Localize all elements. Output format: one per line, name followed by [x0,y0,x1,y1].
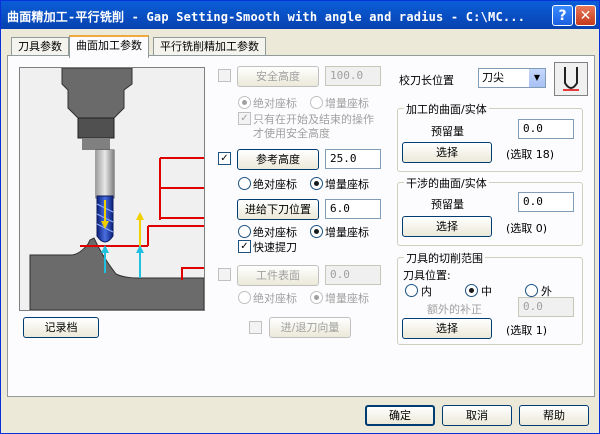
ball-tool-icon [563,67,579,91]
clearance-absolute-radio[interactable] [238,96,251,109]
title-bar[interactable]: 曲面精加工-平行铣削 - Gap Setting-Smooth with ang… [1,1,599,29]
tool-position-label: 刀具位置: [403,269,451,282]
retract-absolute-label: 绝对座标 [253,178,297,191]
top-stock-checkbox[interactable] [218,268,231,281]
check-surfaces-title: 干涉的曲面/实体 [404,175,489,191]
approach-vectors-button[interactable]: 进/退刀向量 [269,317,351,338]
fast-retract-label: 快速提刀 [253,241,297,254]
feed-plane-absolute-label: 绝对座标 [253,226,297,239]
tool-inside-radio[interactable] [405,284,418,297]
drive-select-button[interactable]: 选择 [402,142,492,163]
top-stock-incremental-radio[interactable] [310,291,323,304]
help-button[interactable]: 帮助 [519,405,589,426]
check-count-text: (选取 0) [506,222,548,235]
top-stock-absolute-label: 绝对座标 [253,292,297,305]
top-stock-absolute-radio[interactable] [238,291,251,304]
extra-offset-label: 额外的补正 [427,303,482,316]
check-stock-label: 预留量 [431,198,464,211]
clearance-absolute-label: 绝对座标 [253,97,297,110]
retract-input[interactable]: 25.0 [325,149,381,169]
clearance-start-end-checkbox[interactable]: ✓ [238,112,251,125]
clearance-note-line2: 才使用安全高度 [253,127,330,140]
chevron-down-icon[interactable]: ▼ [529,69,545,87]
containment-select-button[interactable]: 选择 [402,318,492,339]
check-select-button[interactable]: 选择 [402,216,492,237]
drive-stock-label: 预留量 [431,125,464,138]
approach-checkbox[interactable] [249,321,262,334]
fast-retract-checkbox[interactable]: ✓ [238,240,251,253]
clearance-button[interactable]: 安全高度 [237,66,319,87]
feed-plane-incremental-radio[interactable] [310,225,323,238]
top-stock-input[interactable]: 0.0 [325,265,381,285]
tool-diagram-icon [20,68,204,310]
tab-parallel-finish-params[interactable]: 平行铣削精加工参数 [153,37,266,56]
tab-tool-params[interactable]: 刀具参数 [11,37,69,56]
retract-incremental-label: 增量座标 [325,178,369,191]
tool-tip-preview [554,62,588,96]
feed-plane-input[interactable]: 6.0 [325,199,381,219]
drive-stock-input[interactable]: 0.0 [518,119,574,139]
top-stock-incremental-label: 增量座标 [325,292,369,305]
height-illustration [19,67,205,311]
containment-title: 刀具的切削范围 [404,250,485,266]
extra-offset-input[interactable]: 0.0 [518,297,574,317]
tip-comp-label: 校刀长位置 [399,74,454,87]
tip-comp-value: 刀尖 [482,71,504,84]
feed-plane-incremental-label: 增量座标 [325,226,369,239]
retract-incremental-radio[interactable] [310,177,323,190]
retract-checkbox[interactable]: ✓ [218,152,231,165]
tool-center-label: 中 [481,285,492,298]
help-title-button[interactable]: ? [552,5,573,26]
drive-count-text: (选取 18) [506,148,555,161]
tool-outside-radio[interactable] [525,284,538,297]
tool-inside-label: 内 [421,285,432,298]
check-stock-input[interactable]: 0.0 [518,192,574,212]
clearance-incremental-label: 增量座标 [325,97,369,110]
cancel-button[interactable]: 取消 [442,405,512,426]
drive-surfaces-title: 加工的曲面/实体 [404,101,489,117]
feed-plane-absolute-radio[interactable] [238,225,251,238]
ok-button[interactable]: 确定 [365,405,435,426]
retract-button[interactable]: 参考高度 [237,149,319,170]
retract-absolute-radio[interactable] [238,177,251,190]
record-file-button[interactable]: 记录档 [23,317,99,338]
clearance-input[interactable]: 100.0 [325,66,381,86]
close-button[interactable]: ✕ [575,5,596,26]
tip-comp-select[interactable]: 刀尖 ▼ [478,68,546,88]
clearance-incremental-radio[interactable] [310,96,323,109]
top-stock-button[interactable]: 工件表面 [237,265,319,286]
window-title: 曲面精加工-平行铣削 - Gap Setting-Smooth with ang… [7,10,526,24]
clearance-checkbox[interactable] [218,69,231,82]
dialog-window: 曲面精加工-平行铣削 - Gap Setting-Smooth with ang… [0,0,600,434]
containment-count-text: (选取 1) [506,324,548,337]
tool-center-radio[interactable] [465,284,478,297]
feed-plane-button[interactable]: 进给下刀位置 [237,199,319,220]
tab-surface-params[interactable]: 曲面加工参数 [69,35,149,58]
